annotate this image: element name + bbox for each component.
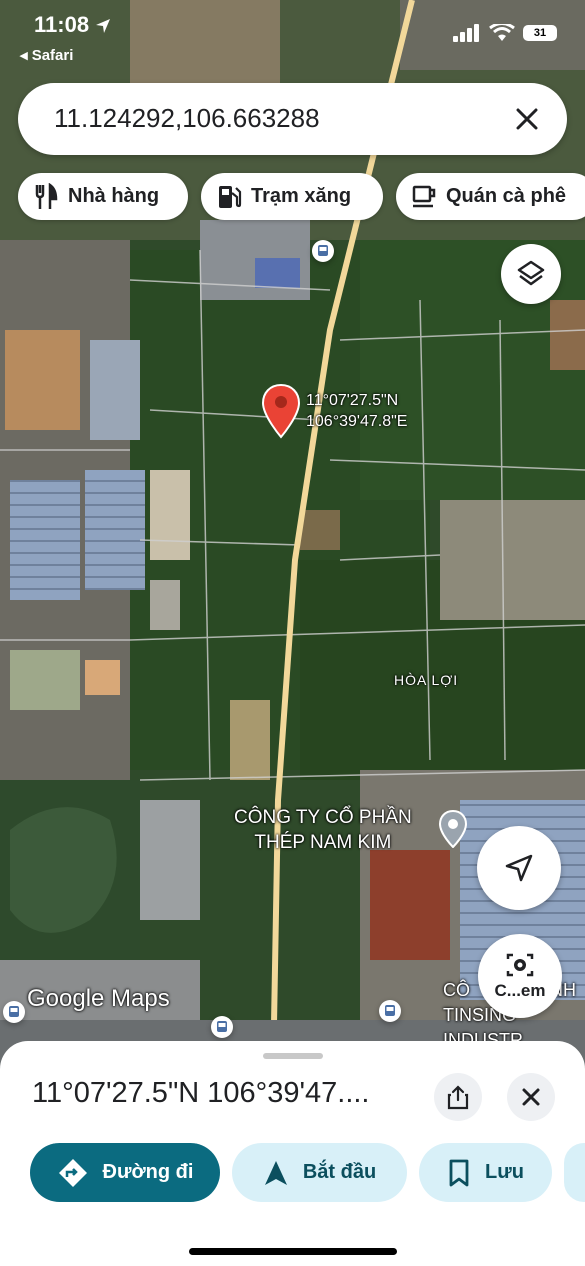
layers-button[interactable] xyxy=(501,244,561,304)
close-sheet-button[interactable] xyxy=(507,1073,555,1121)
bus-stop-icon[interactable] xyxy=(211,1016,233,1038)
directions-label: Đường đi xyxy=(102,1161,194,1183)
cellular-signal-icon xyxy=(453,24,479,42)
bottom-sheet[interactable]: 11°07'27.5"N 106°39'47.... Đường đi Bắt … xyxy=(0,1041,585,1266)
lens-button[interactable]: C...em xyxy=(478,934,562,1018)
clear-search-icon[interactable] xyxy=(509,101,545,137)
restaurant-icon xyxy=(35,182,58,209)
coffee-icon xyxy=(412,185,436,207)
satellite-map[interactable] xyxy=(0,0,585,1080)
chip-label: Quán cà phê xyxy=(446,185,567,207)
layers-icon xyxy=(517,260,545,286)
place-title: 11°07'27.5"N 106°39'47.... xyxy=(32,1077,370,1109)
status-time: 11:08 xyxy=(34,12,111,38)
gas-station-icon xyxy=(219,185,242,208)
navigation-start-icon xyxy=(264,1160,287,1185)
chip-label: Trạm xăng xyxy=(251,185,352,207)
back-to-safari-link[interactable]: ◂ Safari xyxy=(20,46,73,64)
pin-coordinates-label: 11°07'27.5"N 106°39'47.8"E xyxy=(306,390,407,432)
bookmark-icon xyxy=(449,1159,469,1186)
poi-marker-icon[interactable] xyxy=(438,810,468,848)
chip-gas-stations[interactable]: Trạm xăng xyxy=(201,173,383,220)
chip-restaurants[interactable]: Nhà hàng xyxy=(18,173,188,220)
dropped-pin-icon[interactable] xyxy=(260,383,302,441)
pin-latitude: 11°07'27.5"N xyxy=(306,392,399,409)
my-location-button[interactable] xyxy=(477,826,561,910)
bus-stop-icon[interactable] xyxy=(379,1000,401,1022)
bus-stop-icon[interactable] xyxy=(3,1001,25,1023)
lens-label: C...em xyxy=(494,981,546,1000)
battery-indicator: 31 xyxy=(523,25,557,41)
bus-stop-icon[interactable] xyxy=(312,240,334,262)
save-label: Lưu xyxy=(485,1161,524,1183)
poi-label-nam-kim[interactable]: CÔNG TY CỔ PHẦN THÉP NAM KIM xyxy=(234,805,412,855)
search-query-text[interactable]: 11.124292,106.663288 xyxy=(54,103,320,134)
close-icon xyxy=(522,1088,540,1106)
wifi-icon xyxy=(489,24,515,41)
poi-line: CÔ xyxy=(443,980,470,1000)
directions-icon xyxy=(58,1158,87,1187)
status-bar: 11:08 ◂ Safari 31 xyxy=(0,0,585,70)
area-label: HÒA LỢI xyxy=(394,672,459,688)
chip-label: Nhà hàng xyxy=(68,185,160,207)
search-box[interactable]: 11.124292,106.663288 xyxy=(18,83,567,155)
directions-button[interactable]: Đường đi xyxy=(30,1143,220,1202)
share-button[interactable] xyxy=(434,1073,482,1121)
start-label: Bắt đầu xyxy=(302,1161,377,1183)
start-button[interactable]: Bắt đầu xyxy=(232,1143,407,1202)
home-indicator xyxy=(189,1248,397,1255)
more-actions-button[interactable] xyxy=(564,1143,585,1202)
google-maps-logo: Google Maps xyxy=(27,985,170,1012)
save-button[interactable]: Lưu xyxy=(419,1143,552,1202)
share-icon xyxy=(447,1085,469,1110)
camera-lens-icon xyxy=(506,953,534,977)
poi-line: THÉP NAM KIM xyxy=(254,832,392,853)
poi-line: CÔNG TY CỔ PHẦN xyxy=(234,807,412,828)
chip-cafes[interactable]: Quán cà phê xyxy=(396,173,585,220)
sheet-drag-handle[interactable] xyxy=(263,1053,323,1059)
navigation-arrow-icon xyxy=(505,854,533,882)
location-arrow-icon xyxy=(96,19,111,34)
pin-longitude: 106°39'47.8"E xyxy=(306,413,408,430)
